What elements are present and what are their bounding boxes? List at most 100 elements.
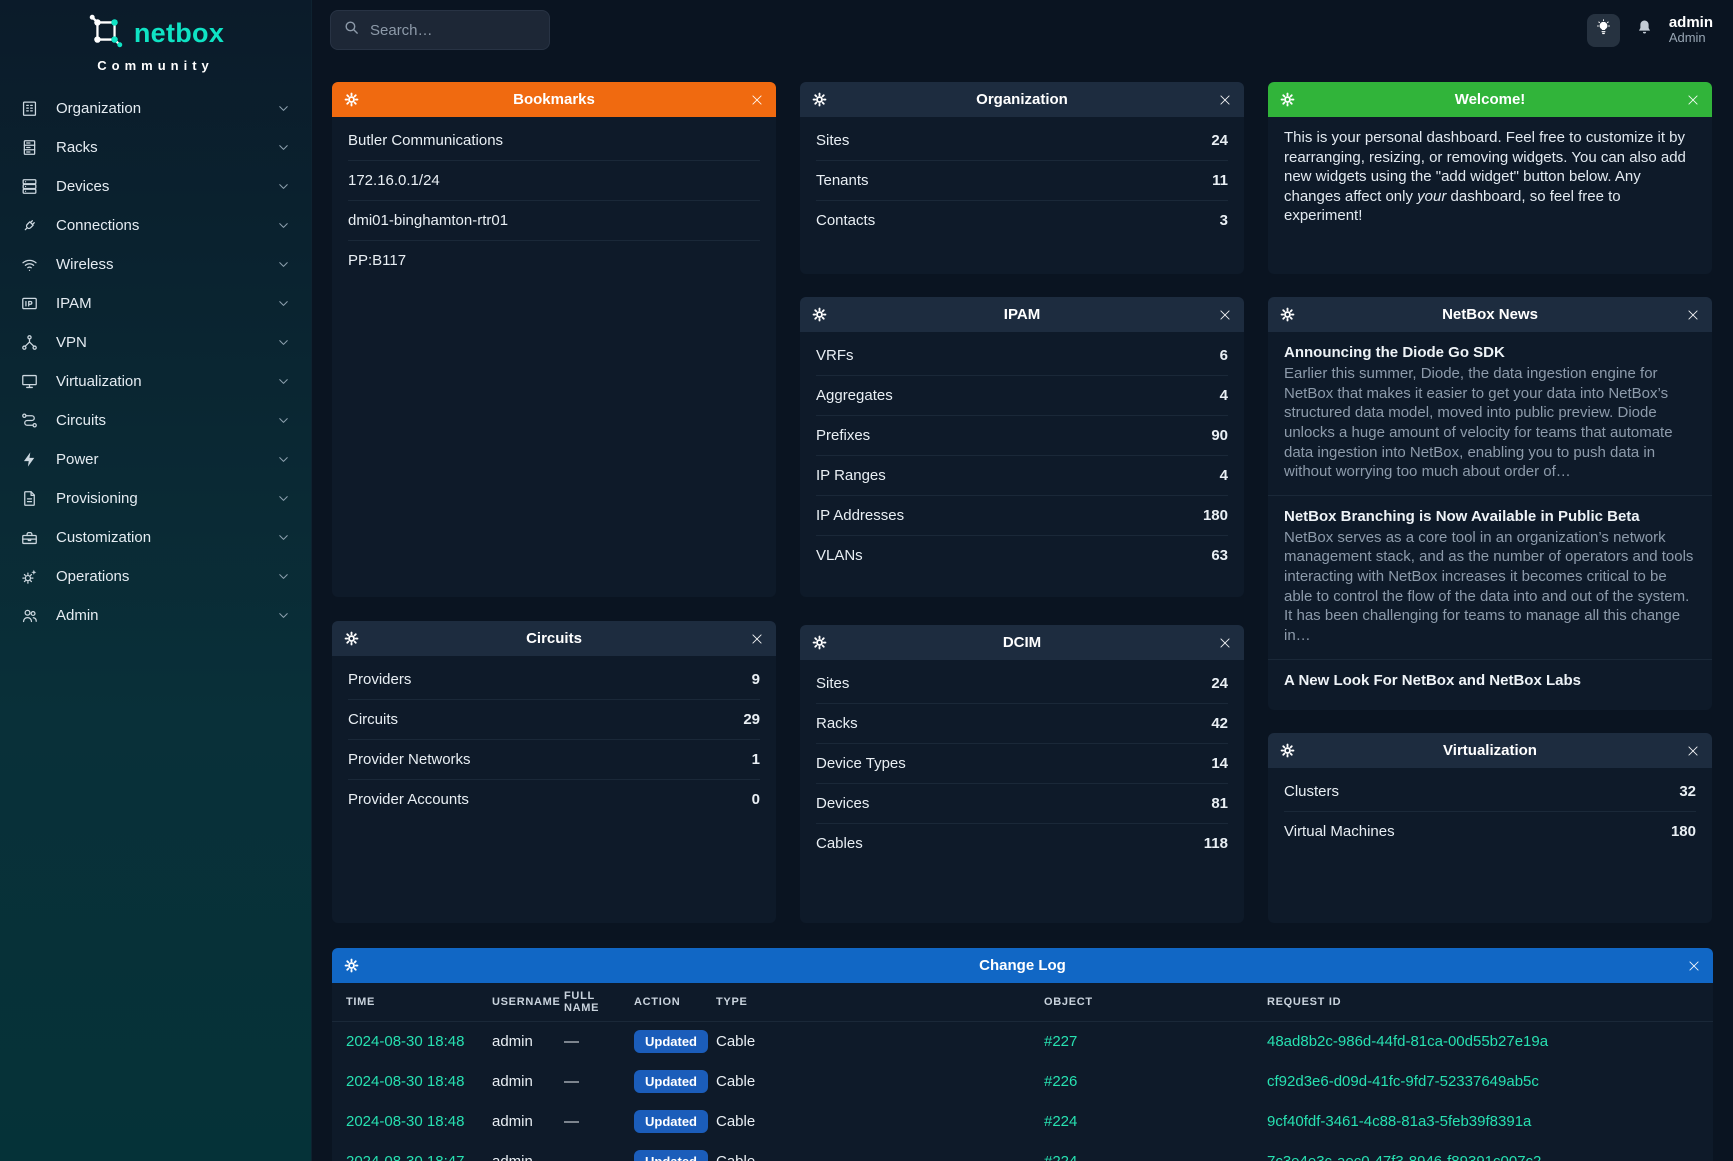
gear-icon[interactable] — [1280, 307, 1296, 322]
gear-icon[interactable] — [1280, 743, 1296, 758]
bookmark-item[interactable]: PP:B117 — [348, 240, 760, 280]
sidebar-item-devices[interactable]: Devices — [10, 167, 301, 206]
close-icon[interactable] — [1216, 636, 1232, 650]
chevron-down-icon[interactable] — [276, 179, 291, 194]
close-icon[interactable] — [1684, 93, 1700, 107]
sidebar-item-virtualization[interactable]: Virtualization — [10, 362, 301, 401]
close-icon[interactable] — [1684, 744, 1700, 758]
stat-label: Tenants — [816, 172, 869, 189]
news-item: A New Look For NetBox and NetBox Labs — [1268, 659, 1712, 705]
sidebar-item-vpn[interactable]: VPN — [10, 323, 301, 362]
gear-icon[interactable] — [812, 635, 828, 650]
changelog-object-link[interactable]: #226 — [1044, 1073, 1077, 1090]
chevron-down-icon[interactable] — [276, 413, 291, 428]
changelog-object-link[interactable]: #227 — [1044, 1033, 1077, 1050]
stat-row: Circuits29 — [348, 699, 760, 739]
close-icon[interactable] — [1216, 308, 1232, 322]
bolt-icon — [20, 450, 39, 469]
sidebar-item-connections[interactable]: Connections — [10, 206, 301, 245]
close-icon[interactable] — [1685, 959, 1701, 973]
widget-title: IPAM — [828, 306, 1216, 323]
chevron-down-icon[interactable] — [276, 101, 291, 116]
bookmark-item[interactable]: 172.16.0.1/24 — [348, 160, 760, 200]
stat-value: 32 — [1679, 783, 1696, 800]
sidebar-item-organization[interactable]: Organization — [10, 89, 301, 128]
chevron-down-icon[interactable] — [276, 140, 291, 155]
ip-box-icon — [20, 294, 39, 313]
changelog-username: admin — [482, 1101, 554, 1141]
chevron-down-icon[interactable] — [276, 257, 291, 272]
close-icon[interactable] — [748, 93, 764, 107]
chevron-down-icon[interactable] — [276, 374, 291, 389]
chevron-down-icon[interactable] — [276, 218, 291, 233]
search-icon — [343, 19, 360, 41]
stat-label: Provider Networks — [348, 751, 471, 768]
chevron-down-icon[interactable] — [276, 569, 291, 584]
stat-value: 9 — [752, 671, 760, 688]
stat-label: Aggregates — [816, 387, 893, 404]
sidebar-item-racks[interactable]: Racks — [10, 128, 301, 167]
chevron-down-icon[interactable] — [276, 491, 291, 506]
stat-label: Provider Accounts — [348, 791, 469, 808]
user-menu[interactable]: admin Admin — [1669, 14, 1713, 46]
gear-icon[interactable] — [812, 92, 828, 107]
chevron-down-icon[interactable] — [276, 608, 291, 623]
sidebar-item-power[interactable]: Power — [10, 440, 301, 479]
sidebar-item-customization[interactable]: Customization — [10, 518, 301, 557]
changelog-type: Cable — [706, 1141, 1034, 1161]
close-icon[interactable] — [1684, 308, 1700, 322]
changelog-time-link[interactable]: 2024-08-30 18:48 — [346, 1073, 464, 1090]
changelog-time-link[interactable]: 2024-08-30 18:47 — [346, 1153, 464, 1161]
changelog-fullname: — — [554, 1141, 624, 1161]
circuits-widget: Circuits Providers 9 Circuits29 Provider Ne… — [332, 621, 776, 923]
close-icon[interactable] — [1216, 93, 1232, 107]
changelog-request-link[interactable]: 9cf40fdf-3461-4c88-81a3-5feb39f8391a — [1267, 1113, 1531, 1130]
stat-label: Racks — [816, 715, 858, 732]
gear-icon[interactable] — [344, 92, 360, 107]
chevron-down-icon[interactable] — [276, 296, 291, 311]
lightbulb-icon — [1595, 19, 1612, 41]
changelog-object-link[interactable]: #224 — [1044, 1113, 1077, 1130]
netbox-logo[interactable]: netbox — [0, 12, 311, 55]
changelog-request-link[interactable]: cf92d3e6-d09d-41fc-9fd7-52337649ab5c — [1267, 1073, 1539, 1090]
welcome-widget-header: Welcome! — [1268, 82, 1712, 117]
changelog-type: Cable — [706, 1061, 1034, 1101]
changelog-time-link[interactable]: 2024-08-30 18:48 — [346, 1113, 464, 1130]
gear-icon[interactable] — [812, 307, 828, 322]
dashboard-column-1: Bookmarks Butler Communications172.16.0.… — [332, 82, 776, 923]
global-search[interactable] — [330, 10, 550, 50]
sidebar-item-admin[interactable]: Admin — [10, 596, 301, 635]
chevron-down-icon[interactable] — [276, 335, 291, 350]
news-headline[interactable]: A New Look For NetBox and NetBox Labs — [1284, 672, 1696, 689]
close-icon[interactable] — [748, 632, 764, 646]
theme-toggle-button[interactable] — [1587, 14, 1620, 47]
notifications-button[interactable] — [1635, 18, 1654, 42]
sidebar-item-circuits[interactable]: Circuits — [10, 401, 301, 440]
search-input[interactable] — [370, 22, 537, 39]
bookmark-item[interactable]: dmi01-binghamton-rtr01 — [348, 200, 760, 240]
chevron-down-icon[interactable] — [276, 452, 291, 467]
gear-icon[interactable] — [1280, 92, 1296, 107]
route-icon — [20, 411, 39, 430]
dashboard-column-3: Welcome! This is your personal dashboard… — [1268, 82, 1712, 923]
changelog-time-link[interactable]: 2024-08-30 18:48 — [346, 1033, 464, 1050]
ipam-widget-header: IPAM — [800, 297, 1244, 332]
stat-value: 90 — [1211, 427, 1228, 444]
sidebar-item-provisioning[interactable]: Provisioning — [10, 479, 301, 518]
stat-label: Providers — [348, 671, 411, 688]
changelog-object-link[interactable]: #224 — [1044, 1153, 1077, 1161]
chevron-down-icon[interactable] — [276, 530, 291, 545]
news-headline[interactable]: NetBox Branching is Now Available in Pub… — [1284, 508, 1696, 525]
gear-icon[interactable] — [344, 631, 360, 646]
changelog-username: admin — [482, 1021, 554, 1061]
widget-title: Circuits — [360, 630, 748, 647]
sidebar: netbox Community OrganizationRacksDevice… — [0, 0, 312, 1161]
changelog-request-link[interactable]: 48ad8b2c-986d-44fd-81ca-00d55b27e19a — [1267, 1033, 1548, 1050]
sidebar-item-wireless[interactable]: Wireless — [10, 245, 301, 284]
sidebar-item-ipam[interactable]: IPAM — [10, 284, 301, 323]
news-headline[interactable]: Announcing the Diode Go SDK — [1284, 344, 1696, 361]
sidebar-item-operations[interactable]: Operations — [10, 557, 301, 596]
changelog-request-link[interactable]: 7c3e4e3c-aec0-47f3-8946-f89391c007c2 — [1267, 1153, 1541, 1161]
bookmark-item[interactable]: Butler Communications — [348, 120, 760, 160]
gear-icon[interactable] — [344, 958, 360, 973]
